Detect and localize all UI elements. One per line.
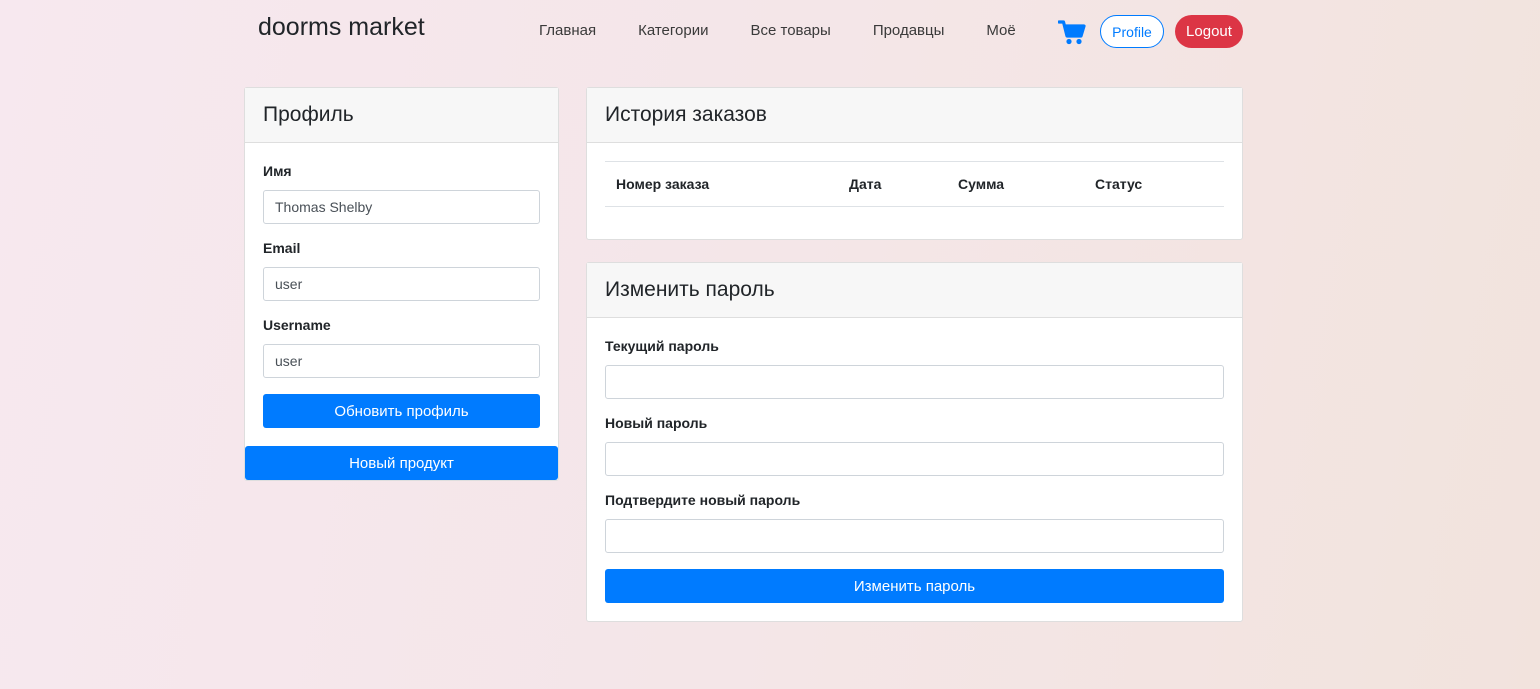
update-profile-button[interactable]: Обновить профиль — [263, 394, 540, 428]
brand-logo[interactable]: doorms market — [258, 13, 425, 42]
confirm-password-input[interactable] — [605, 519, 1224, 553]
shopping-cart-icon[interactable] — [1057, 18, 1086, 46]
email-label: Email — [263, 240, 301, 256]
email-input[interactable] — [263, 267, 540, 301]
nav-links: Главная Категории Все товары Продавцы Мо… — [518, 22, 1037, 39]
username-input[interactable] — [263, 344, 540, 378]
confirm-password-label: Подтвердите новый пароль — [605, 492, 801, 508]
column-amount: Сумма — [958, 176, 1005, 192]
column-date: Дата — [849, 176, 882, 192]
nav-link-home[interactable]: Главная — [518, 22, 617, 39]
new-password-label: Новый пароль — [605, 415, 708, 431]
name-input[interactable] — [263, 190, 540, 224]
change-password-card: Изменить пароль Текущий пароль Новый пар… — [586, 262, 1243, 622]
username-label: Username — [263, 317, 331, 333]
column-status: Статус — [1095, 176, 1143, 192]
column-order-number: Номер заказа — [616, 176, 710, 192]
nav-link-mine[interactable]: Моё — [965, 22, 1036, 39]
logout-button[interactable]: Logout — [1175, 15, 1243, 48]
current-password-label: Текущий пароль — [605, 338, 719, 354]
change-password-button[interactable]: Изменить пароль — [605, 569, 1224, 603]
nav-link-all-products[interactable]: Все товары — [729, 22, 851, 39]
name-label: Имя — [263, 163, 292, 179]
nav-link-sellers[interactable]: Продавцы — [852, 22, 966, 39]
nav-link-categories[interactable]: Категории — [617, 22, 729, 39]
navbar: doorms market Главная Категории Все това… — [0, 0, 1540, 64]
current-password-input[interactable] — [605, 365, 1224, 399]
order-history-card: История заказов Номер заказа Дата Сумма … — [586, 87, 1243, 240]
profile-card-title: Профиль — [245, 88, 558, 143]
profile-button[interactable]: Profile — [1100, 15, 1164, 48]
new-product-button[interactable]: Новый продукт — [245, 446, 558, 480]
order-history-title: История заказов — [587, 88, 1242, 143]
new-password-input[interactable] — [605, 442, 1224, 476]
profile-card: Профиль Имя Email Username Обновить проф… — [244, 87, 559, 481]
change-password-title: Изменить пароль — [587, 263, 1242, 318]
